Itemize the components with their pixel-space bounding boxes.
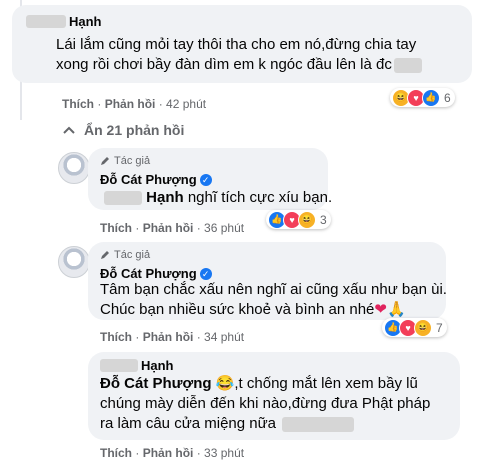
pen-icon (101, 157, 109, 165)
reaction-summary[interactable]: 😆 ♥ 👍 6 (390, 88, 455, 107)
blurred-name (104, 191, 142, 206)
mention-link[interactable]: Hạnh (146, 189, 184, 206)
comment-text: Tâm bạn chắc xấu nên nghĩ ai cũng xấu nh… (100, 281, 447, 318)
timestamp[interactable]: 34 phút (204, 330, 244, 344)
comment-actions: Thích · Phản hồi · 34 phút (100, 330, 245, 344)
like-link[interactable]: Thích (100, 330, 132, 344)
reply-link[interactable]: Phản hồi (143, 330, 194, 344)
commenter-name[interactable]: Đỗ Cát Phượng (100, 266, 197, 281)
commenter-name[interactable]: Hạnh (69, 14, 102, 29)
blurred-text (393, 57, 422, 73)
blurred-name (26, 15, 66, 28)
commenter-name[interactable]: Hạnh (141, 358, 174, 373)
timestamp[interactable]: 33 phút (204, 446, 244, 460)
chevron-up-icon (63, 126, 75, 134)
verified-icon: ✓ (199, 267, 212, 280)
comment-text: Hạnh nghĩ tích cực xíu bạn. (104, 188, 332, 208)
hide-replies-link[interactable]: Ẩn 21 phản hồi (62, 122, 184, 138)
pen-icon (101, 251, 109, 259)
heart-pray-emoji: ❤🙏 (374, 301, 406, 318)
reaction-count: 3 (320, 212, 327, 227)
like-link[interactable]: Thích (100, 446, 132, 460)
comment-actions: Thích · Phản hồi · 42 phút (62, 97, 207, 111)
author-tag: Tác giả (114, 249, 151, 261)
mention-link[interactable]: Đỗ Cát Phượng (100, 375, 212, 392)
reply-link[interactable]: Phản hồi (143, 446, 194, 460)
haha-icon: 😆 (414, 318, 432, 337)
reply-bubble: Tác giả Đỗ Cát Phượng ✓ Tâm bạn chắc xấu … (88, 242, 447, 320)
reaction-count: 7 (436, 320, 443, 335)
verified-icon: ✓ (199, 173, 212, 186)
reply-link[interactable]: Phản hồi (143, 221, 194, 235)
like-link[interactable]: Thích (100, 221, 132, 235)
comment-text: Lái lắm cũng mỏi tay thôi tha cho em nó,… (56, 35, 471, 75)
comment-bubble: Hạnh Lái lắm cũng mỏi tay thôi tha cho e… (12, 5, 472, 83)
timestamp[interactable]: 36 phút (204, 221, 244, 235)
blurred-text (282, 416, 354, 432)
blurred-name (100, 359, 138, 372)
reply-bubble: Hạnh Đỗ Cát Phượng 😂,t chống mắt lên xem… (88, 352, 460, 440)
reaction-count: 6 (444, 90, 451, 105)
timestamp[interactable]: 42 phút (166, 97, 206, 111)
avatar[interactable] (58, 246, 90, 278)
reply-link[interactable]: Phản hồi (105, 97, 156, 111)
comment-text: Đỗ Cát Phượng 😂,t chống mắt lên xem bầy … (100, 375, 431, 432)
commenter-name[interactable]: Đỗ Cát Phượng (100, 172, 197, 187)
like-link[interactable]: Thích (62, 97, 94, 111)
reply-bubble: Tác giả Đỗ Cát Phượng ✓ Hạnh nghĩ tích cự… (88, 148, 332, 210)
like-icon: 👍 (422, 88, 440, 107)
reaction-summary[interactable]: 👍 ♥ 😆 3 (266, 210, 331, 229)
reaction-summary[interactable]: 👍 ♥ 😆 7 (382, 318, 447, 337)
author-tag: Tác giả (114, 155, 151, 167)
comment-actions: Thích · Phản hồi · 36 phút (100, 221, 245, 235)
haha-icon: 😆 (298, 210, 316, 229)
comment-actions: Thích · Phản hồi · 33 phút (100, 446, 245, 460)
avatar[interactable] (58, 152, 90, 184)
laugh-emoji: 😂 (215, 375, 235, 392)
